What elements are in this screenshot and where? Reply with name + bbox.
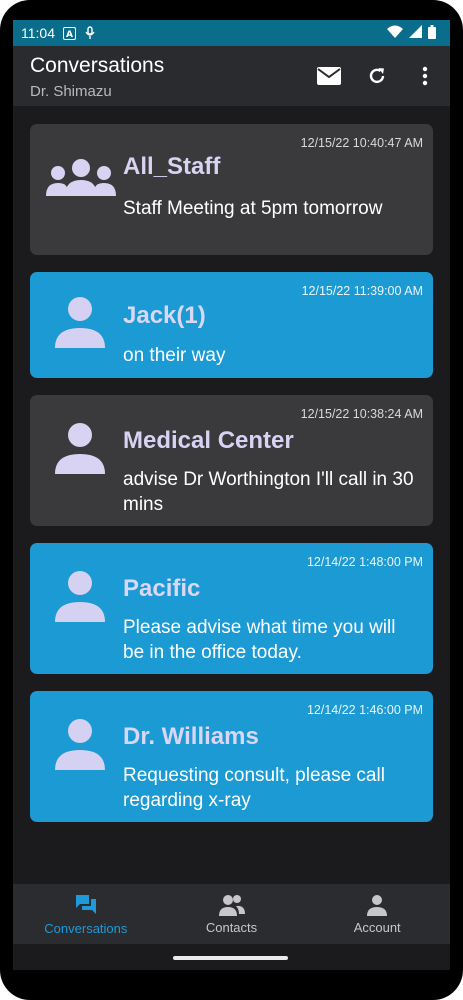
device-frame: 11:04 A Conversations Dr. Shimazu 12/15/… bbox=[0, 0, 463, 1000]
conversation-message: Staff Meeting at 5pm tomorrow bbox=[123, 198, 383, 219]
conversation-message: on their way bbox=[123, 345, 226, 366]
compose-message-button[interactable] bbox=[312, 60, 346, 92]
contacts-icon bbox=[218, 894, 245, 916]
status-icons bbox=[387, 24, 436, 42]
conversation-timestamp: 12/14/22 1:46:00 PM bbox=[306, 703, 423, 717]
conversation-name: Medical Center bbox=[123, 427, 294, 454]
app-bar: Conversations Dr. Shimazu bbox=[13, 46, 450, 106]
conversation-card-pacific[interactable]: 12/14/22 1:48:00 PM Pacific Please advis… bbox=[30, 543, 433, 674]
nav-label: Conversations bbox=[44, 920, 128, 936]
person-icon bbox=[55, 718, 105, 775]
app-bar-actions bbox=[312, 60, 442, 92]
wifi-icon bbox=[387, 25, 403, 41]
person-icon bbox=[55, 570, 105, 627]
conversation-name: Dr. Williams bbox=[123, 723, 259, 750]
refresh-button[interactable] bbox=[360, 60, 394, 92]
conversation-card-dr-williams[interactable]: 12/14/22 1:46:00 PM Dr. Williams Request… bbox=[30, 691, 433, 822]
conversation-name: Pacific bbox=[123, 575, 201, 602]
conversation-timestamp: 12/15/22 10:40:47 AM bbox=[300, 136, 423, 150]
conversation-name: Jack(1) bbox=[123, 302, 206, 329]
chat-icon bbox=[75, 894, 96, 914]
nav-tab-contacts[interactable]: Contacts bbox=[159, 884, 305, 944]
person-icon bbox=[55, 422, 105, 479]
cell-signal-icon bbox=[409, 25, 422, 41]
conversation-message: Requesting consult, please call regardin… bbox=[123, 765, 385, 811]
group-icon bbox=[46, 158, 116, 203]
notification-a-icon: A bbox=[63, 26, 76, 40]
status-bar: 11:04 A bbox=[13, 20, 450, 46]
gesture-bar bbox=[13, 944, 450, 970]
conversation-timestamp: 12/15/22 11:39:00 AM bbox=[301, 284, 423, 298]
conversation-card-jack[interactable]: 12/15/22 11:39:00 AM Jack(1) on their wa… bbox=[30, 272, 433, 378]
account-icon bbox=[367, 894, 388, 916]
bottom-navigation: Conversations Contacts Account bbox=[13, 884, 450, 944]
envelope-icon bbox=[317, 67, 341, 85]
svg-text:A: A bbox=[66, 30, 73, 40]
status-time: 11:04 bbox=[21, 25, 55, 41]
conversation-name: All_Staff bbox=[123, 153, 221, 180]
home-handle[interactable] bbox=[173, 956, 288, 960]
nav-label: Account bbox=[353, 919, 401, 935]
overflow-menu-button[interactable] bbox=[408, 60, 442, 92]
battery-icon bbox=[428, 24, 436, 42]
mic-notification-icon bbox=[84, 26, 96, 40]
person-icon bbox=[55, 296, 105, 353]
refresh-icon bbox=[369, 68, 385, 84]
conversation-message: Please advise what time you will be in t… bbox=[123, 617, 396, 663]
conversation-timestamp: 12/14/22 1:48:00 PM bbox=[306, 555, 423, 569]
nav-tab-conversations[interactable]: Conversations bbox=[13, 884, 159, 944]
conversation-message: advise Dr Worthington I'll call in 30 mi… bbox=[123, 469, 414, 515]
more-vert-icon bbox=[422, 66, 428, 86]
conversation-list: 12/15/22 10:40:47 AM All_Staff Staff Mee… bbox=[13, 106, 450, 884]
conversation-timestamp: 12/15/22 10:38:24 AM bbox=[300, 407, 423, 421]
conversation-card-medical-center[interactable]: 12/15/22 10:38:24 AM Medical Center advi… bbox=[30, 395, 433, 526]
nav-label: Contacts bbox=[205, 919, 258, 935]
user-name: Dr. Shimazu bbox=[30, 83, 112, 100]
screen: 11:04 A Conversations Dr. Shimazu 12/15/… bbox=[13, 20, 450, 970]
conversation-card-all-staff[interactable]: 12/15/22 10:40:47 AM All_Staff Staff Mee… bbox=[30, 124, 433, 255]
nav-tab-account[interactable]: Account bbox=[304, 884, 450, 944]
page-title: Conversations bbox=[30, 54, 165, 77]
